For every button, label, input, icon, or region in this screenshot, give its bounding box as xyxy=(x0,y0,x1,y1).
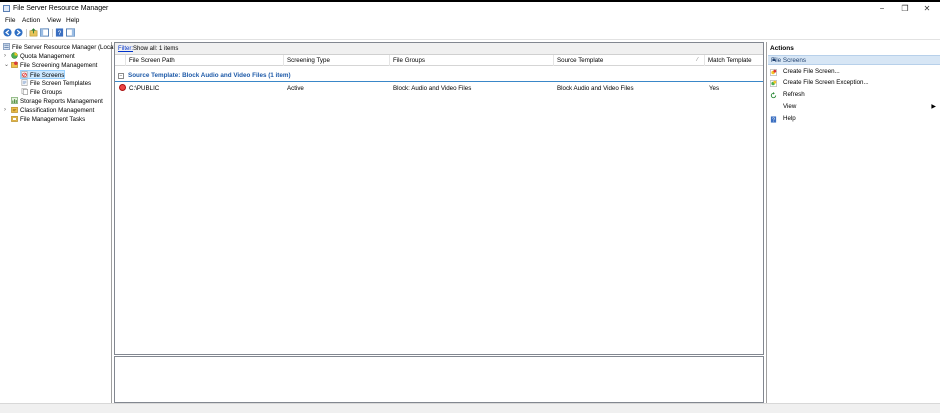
up-folder-icon[interactable] xyxy=(29,28,38,37)
expander-screening[interactable]: ⌄ xyxy=(4,61,9,70)
navigation-tree: File Server Resource Manager (Local) › Q… xyxy=(0,42,117,403)
close-button[interactable]: ✕ xyxy=(915,3,939,14)
window-title: File Server Resource Manager xyxy=(13,5,109,12)
expander-classification[interactable]: › xyxy=(4,106,6,115)
reports-icon xyxy=(11,97,18,104)
title-bar: File Server Resource Manager − ❐ ✕ xyxy=(0,2,940,15)
action-label: Create File Screen... xyxy=(783,68,840,75)
menu-help[interactable]: Help xyxy=(66,17,79,24)
action-label: Help xyxy=(783,115,796,122)
tree-item-tasks[interactable]: File Management Tasks xyxy=(11,115,85,124)
tree-label-tasks: File Management Tasks xyxy=(20,116,86,123)
actions-section-header[interactable]: File Screens ▲ xyxy=(768,55,940,65)
group-header[interactable]: − Source Template: Block Audio and Video… xyxy=(115,70,763,82)
tree-label-templates: File Screen Templates xyxy=(30,80,92,87)
group-label: Source Template: Block Audio and Video F… xyxy=(128,72,291,79)
minimize-button[interactable]: − xyxy=(870,3,894,14)
back-icon[interactable] xyxy=(3,28,12,37)
tasks-icon xyxy=(11,116,18,122)
tree-item-templates[interactable]: File Screen Templates xyxy=(21,79,91,88)
cell-path: C:\PUBLIC xyxy=(129,85,160,92)
tree-label-file-groups: File Groups xyxy=(30,89,62,96)
tree-label-quota: Quota Management xyxy=(20,53,75,60)
toolbar-separator xyxy=(52,29,53,37)
action-create-file-screen[interactable]: Create File Screen... xyxy=(770,67,938,77)
refresh-icon xyxy=(770,92,777,99)
restore-button[interactable]: ❐ xyxy=(893,3,917,14)
classification-icon xyxy=(11,107,18,113)
menu-action[interactable]: Action xyxy=(22,17,40,24)
action-label: Create File Screen Exception... xyxy=(783,79,869,86)
show-hide-tree-icon[interactable] xyxy=(40,28,49,37)
column-header-screening-type[interactable]: Screening Type xyxy=(284,55,390,66)
server-icon xyxy=(3,43,10,50)
tree-label-file-screens: File Screens xyxy=(30,72,65,79)
results-pane: Filter: Show all: 1 items File Screen Pa… xyxy=(114,42,764,355)
create-exception-icon xyxy=(770,80,777,87)
menu-view[interactable]: View xyxy=(47,17,61,24)
tree-label-classification: Classification Management xyxy=(20,107,95,114)
svg-text:?: ? xyxy=(58,30,62,37)
cell-source-template: Block Audio and Video Files xyxy=(557,85,634,92)
actions-title: Actions xyxy=(770,45,794,52)
table-row[interactable]: C:\PUBLIC Active Block: Audio and Video … xyxy=(115,83,763,94)
tree-label-reports: Storage Reports Management xyxy=(20,98,103,105)
column-header-file-groups[interactable]: File Groups xyxy=(390,55,554,66)
toolbar-separator xyxy=(26,29,27,37)
filter-bar: Filter: Show all: 1 items xyxy=(115,43,763,55)
tree-root-label: File Server Resource Manager (Local) xyxy=(12,44,117,51)
tree-item-file-screens[interactable]: File Screens xyxy=(20,70,66,79)
action-view[interactable]: View ▶ xyxy=(770,102,938,112)
tree-item-classification[interactable]: Classification Management xyxy=(11,106,94,115)
forward-icon[interactable] xyxy=(14,28,23,37)
collapse-caret-icon[interactable]: ▲ xyxy=(771,57,936,63)
status-bar xyxy=(0,403,940,413)
actions-pane: Actions File Screens ▲ Create File Scree… xyxy=(766,42,940,403)
menu-file[interactable]: File xyxy=(5,17,15,24)
fsrm-app-icon xyxy=(3,5,10,12)
show-hide-action-pane-icon[interactable] xyxy=(66,28,75,37)
column-header-path[interactable]: File Screen Path xyxy=(126,55,284,66)
tree-item-quota[interactable]: Quota Management xyxy=(11,52,75,61)
expander-quota[interactable]: › xyxy=(4,52,6,61)
file-screen-icon xyxy=(21,71,28,78)
toolbar: ? xyxy=(0,26,940,40)
filter-status: Show all: 1 items xyxy=(133,46,179,52)
action-label: View xyxy=(783,103,797,110)
tree-label-screening: File Screening Management xyxy=(20,62,98,69)
help-icon: ? xyxy=(770,116,777,123)
tree-item-root[interactable]: File Server Resource Manager (Local) xyxy=(3,43,117,52)
fsrm-window: File Server Resource Manager − ❐ ✕ File … xyxy=(0,2,940,413)
tree-item-reports[interactable]: Storage Reports Management xyxy=(11,97,103,106)
action-create-exception[interactable]: Create File Screen Exception... xyxy=(770,78,938,88)
file-group-icon xyxy=(21,88,28,95)
screening-icon xyxy=(11,61,18,68)
cell-screening-type: Active xyxy=(287,85,304,92)
tree-item-file-groups[interactable]: File Groups xyxy=(21,88,62,97)
tree-item-screening[interactable]: File Screening Management xyxy=(11,61,97,70)
column-header-row: File Screen Path Screening Type File Gro… xyxy=(115,55,763,66)
file-screen-status-icon xyxy=(119,84,126,91)
filter-link[interactable]: Filter: xyxy=(118,46,133,52)
action-refresh[interactable]: Refresh xyxy=(770,90,938,100)
submenu-arrow-icon: ▶ xyxy=(931,104,936,110)
quota-icon xyxy=(11,52,18,59)
action-help[interactable]: ? Help xyxy=(770,114,938,124)
column-header-icon xyxy=(115,55,126,66)
details-pane xyxy=(114,356,764,403)
cell-match-template: Yes xyxy=(709,85,720,92)
template-icon xyxy=(21,79,28,86)
help-toolbar-icon[interactable]: ? xyxy=(55,28,64,37)
menu-bar: File Action View Help xyxy=(0,15,940,26)
svg-text:?: ? xyxy=(772,118,775,123)
group-collapse-toggle[interactable]: − xyxy=(118,73,124,79)
action-label: Refresh xyxy=(783,91,805,98)
create-screen-icon xyxy=(770,69,777,76)
column-header-match-template[interactable]: Match Template xyxy=(705,55,763,66)
column-header-source-template[interactable]: Source Template xyxy=(554,55,705,66)
sort-arrow-icon: ⁄ xyxy=(697,57,698,63)
cell-file-groups: Block: Audio and Video Files xyxy=(393,85,472,92)
